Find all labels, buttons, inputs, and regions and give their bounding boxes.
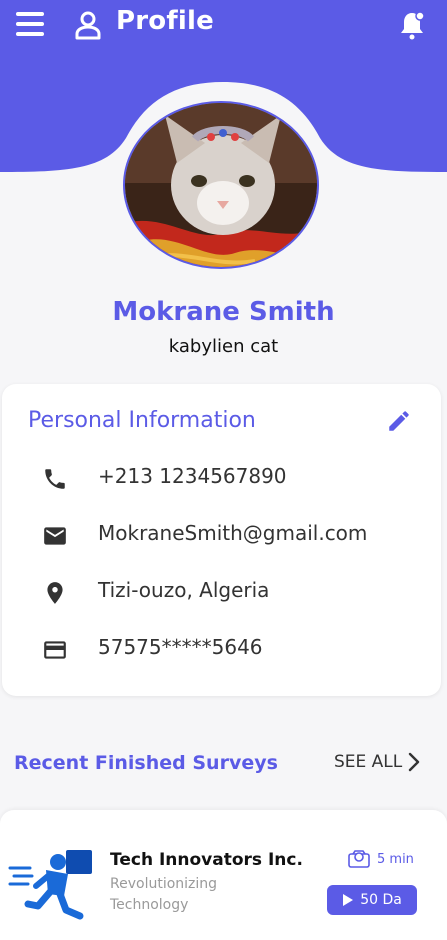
- delivery-runner-icon: [8, 850, 92, 920]
- avatar[interactable]: [123, 101, 319, 269]
- bell-icon[interactable]: [398, 10, 426, 40]
- location-value: Tizi-ouzo, Algeria: [98, 578, 270, 602]
- email-row[interactable]: MokraneSmith@gmail.com: [38, 521, 438, 551]
- location-icon: [47, 582, 63, 604]
- menu-button[interactable]: [16, 12, 44, 38]
- menu-icon-line: [16, 32, 44, 36]
- reward-button[interactable]: 50 Da: [327, 885, 417, 915]
- menu-icon-line: [16, 12, 44, 16]
- edit-icon[interactable]: [386, 408, 412, 434]
- survey-card[interactable]: Tech Innovators Inc. Revolutionizing Tec…: [0, 810, 447, 940]
- play-icon: [343, 894, 354, 906]
- phone-row[interactable]: +213 1234567890: [38, 464, 438, 494]
- survey-description-line1: Revolutionizing: [110, 876, 218, 892]
- email-value: MokraneSmith@gmail.com: [98, 521, 368, 545]
- phone-icon: [45, 469, 65, 489]
- user-icon: [75, 11, 101, 40]
- personal-info-title: Personal Information: [28, 408, 256, 433]
- menu-icon-line: [16, 22, 44, 26]
- avatar-image: [125, 103, 317, 267]
- mail-icon: [44, 527, 66, 545]
- survey-company: Tech Innovators Inc.: [110, 850, 303, 870]
- chevron-right-icon: [409, 752, 420, 772]
- phone-value: +213 1234567890: [98, 464, 287, 488]
- survey-description-line2: Technology: [110, 897, 189, 913]
- profile-name: Mokrane Smith: [112, 297, 335, 327]
- see-all-label: SEE ALL: [334, 752, 403, 772]
- card-value: 57575*****5646: [98, 635, 263, 659]
- top-app-bar: Profile: [0, 0, 447, 50]
- card-row[interactable]: 57575*****5646: [38, 635, 438, 665]
- see-all-link[interactable]: SEE ALL: [334, 752, 420, 772]
- survey-duration: 5 min: [347, 850, 414, 868]
- reward-value: 50 Da: [360, 892, 402, 908]
- duration-value: 5 min: [377, 851, 414, 867]
- card-icon: [44, 641, 66, 659]
- profile-subtitle: kabylien cat: [168, 336, 279, 357]
- page-title: Profile: [116, 6, 214, 36]
- location-row[interactable]: Tizi-ouzo, Algeria: [38, 578, 438, 608]
- personal-info-card: Personal Information +213 1234567890 Mok…: [2, 384, 441, 696]
- recent-surveys-title: Recent Finished Surveys: [14, 752, 278, 774]
- duration-icon: [348, 850, 370, 868]
